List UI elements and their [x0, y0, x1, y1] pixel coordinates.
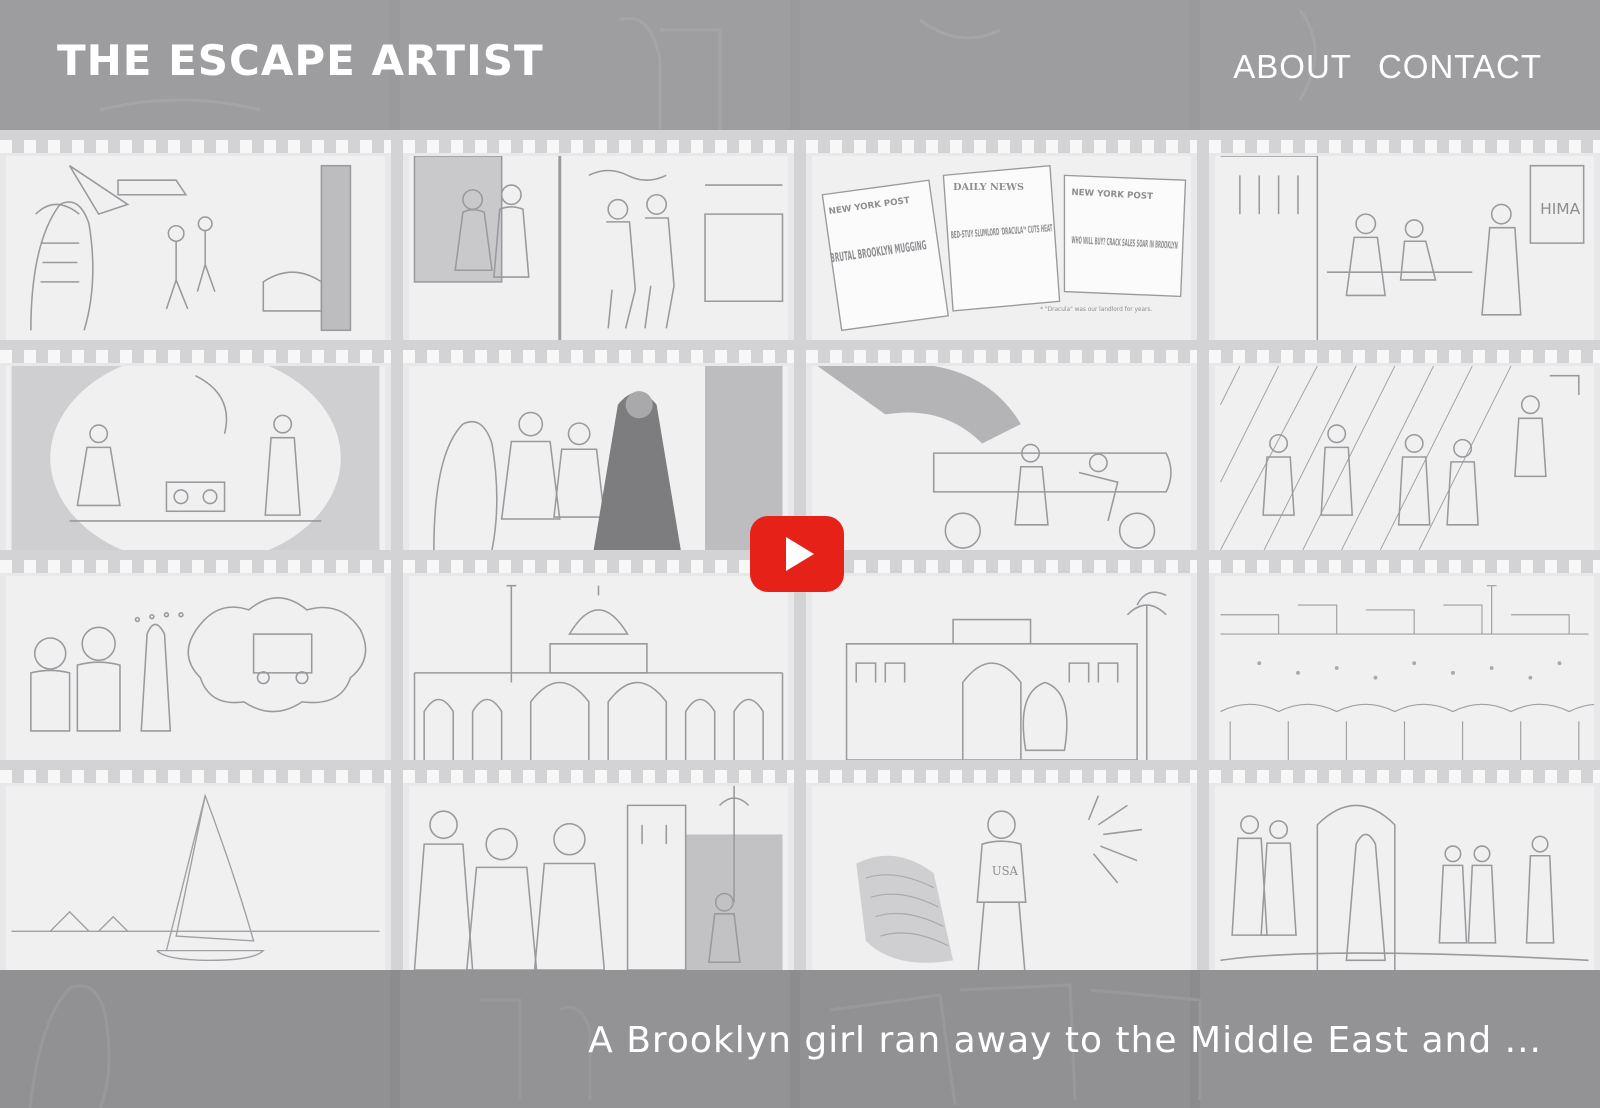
- film-sprockets: [1209, 350, 1600, 363]
- svg-text:DAILY NEWS: DAILY NEWS: [953, 182, 1024, 193]
- panel-illustration: USA: [812, 786, 1191, 970]
- nav-contact-link[interactable]: CONTACT: [1378, 48, 1542, 86]
- sidewalk-group-illustration: [413, 156, 784, 340]
- basketball-court-illustration: [1220, 366, 1580, 550]
- panel-illustration: [812, 576, 1191, 760]
- panel-illustration: [409, 786, 788, 970]
- panel-illustration: [6, 366, 385, 550]
- storyboard-panel: [806, 340, 1197, 550]
- subway-car-illustration: [11, 366, 380, 550]
- police-arrest-illustration: [817, 366, 1172, 549]
- storyboard-panel: [1209, 340, 1600, 550]
- svg-text:USA: USA: [992, 864, 1019, 878]
- storyboard-panel: [1209, 760, 1600, 970]
- film-sprockets: [1209, 140, 1600, 153]
- storyboard-panel: [403, 130, 794, 340]
- storyboard-panel: [403, 550, 794, 760]
- film-sprockets: [806, 350, 1197, 363]
- storyboard-panel: [403, 340, 794, 550]
- storefront-illustration: HIMA: [1220, 156, 1585, 340]
- panel-illustration: NEW YORK POST BRUTAL BROOKLYN MUGGING DA…: [812, 156, 1191, 340]
- storyboard-panel: [1209, 550, 1600, 760]
- svg-text:* "Dracula" was our landlord f: * "Dracula" was our landlord for years.: [1040, 307, 1152, 313]
- film-sprockets: [0, 140, 391, 153]
- newspapers-illustration: NEW YORK POST BRUTAL BROOKLYN MUGGING DA…: [821, 164, 1187, 332]
- site-header: THE ESCAPE ARTIST ABOUT CONTACT: [0, 0, 1600, 130]
- soldiers-doorway-illustration: [1220, 804, 1589, 970]
- site-title[interactable]: THE ESCAPE ARTIST: [57, 36, 544, 85]
- film-sprockets: [0, 770, 391, 783]
- film-sprockets: [0, 560, 391, 573]
- daydream-illustration: [30, 597, 367, 732]
- film-sprockets: [806, 140, 1197, 153]
- panel-illustration: [1215, 786, 1594, 970]
- film-sprockets: [403, 770, 794, 783]
- svg-text:HIMA: HIMA: [1540, 200, 1581, 218]
- panel-illustration: [6, 576, 385, 760]
- panel-illustration: [6, 156, 385, 340]
- storyboard-panel: [0, 550, 391, 760]
- subway-seats-illustration: [433, 366, 783, 550]
- storyboard-panel: NEW YORK POST BRUTAL BROOKLYN MUGGING DA…: [806, 130, 1197, 340]
- storyboard-panel: [0, 760, 391, 970]
- play-icon: [786, 537, 814, 571]
- panel-illustration: [1215, 366, 1594, 550]
- film-sprockets: [403, 140, 794, 153]
- film-sprockets: [1209, 770, 1600, 783]
- film-sprockets: [806, 770, 1197, 783]
- film-sprockets: [403, 350, 794, 363]
- storyboard-panel: [0, 130, 391, 340]
- storyboard-panel: [806, 550, 1197, 760]
- film-sprockets: [806, 560, 1197, 573]
- storyboard-panel: USA: [806, 760, 1197, 970]
- film-sprockets: [403, 560, 794, 573]
- panel-illustration: [409, 576, 788, 760]
- panel-illustration: [1215, 576, 1594, 760]
- tagline-banner: A Brooklyn girl ran away to the Middle E…: [0, 970, 1600, 1108]
- panel-illustration: [409, 156, 788, 340]
- mosque-illustration: [413, 584, 784, 760]
- film-sprockets: [1209, 560, 1600, 573]
- street-corner-illustration: [30, 164, 352, 332]
- main-nav: ABOUT CONTACT: [1233, 48, 1542, 86]
- storyboard-panel: [0, 340, 391, 550]
- crowd-street-illustration: [413, 786, 783, 970]
- market-square-illustration: [1220, 585, 1594, 760]
- tagline-text: A Brooklyn girl ran away to the Middle E…: [588, 1020, 1542, 1061]
- panel-illustration: [6, 786, 385, 970]
- felucca-sailboat-illustration: [11, 793, 380, 961]
- egyptian-museum-illustration: [845, 591, 1167, 760]
- storyboard-panel: HIMA: [1209, 130, 1600, 340]
- panel-illustration: [409, 366, 788, 550]
- panel-illustration: [812, 366, 1191, 550]
- play-video-button[interactable]: [750, 516, 844, 592]
- nav-about-link[interactable]: ABOUT: [1233, 48, 1352, 86]
- usa-heroine-illustration: USA: [856, 795, 1143, 970]
- film-sprockets: [0, 350, 391, 363]
- storyboard-panel: [403, 760, 794, 970]
- panel-illustration: HIMA: [1215, 156, 1594, 340]
